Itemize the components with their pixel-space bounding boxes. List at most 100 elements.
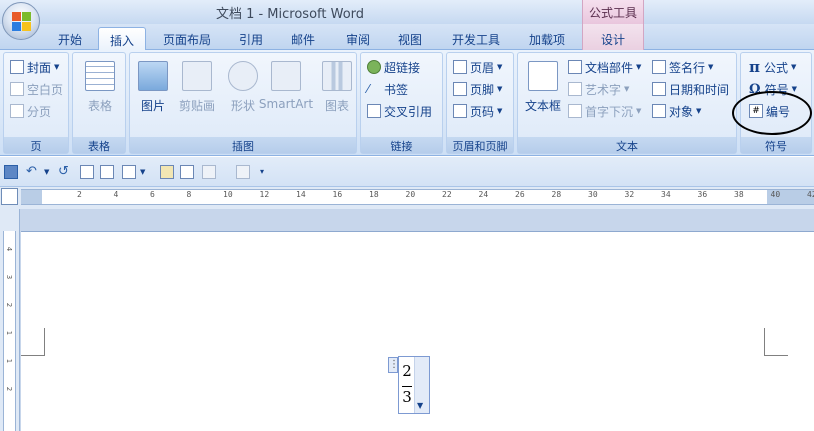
blank-page-button[interactable]: 空白页 [10,79,63,99]
undo-icon[interactable]: ↶ [26,165,40,179]
qat-dropdown-icon[interactable]: ▼ [140,165,154,179]
ruler-tick-label: 42 [807,190,814,199]
group-illustrations: 图片 剪贴画 形状 SmartArt 图表 插图 [129,52,357,154]
header-button[interactable]: 页眉 ▼ [453,57,502,77]
vruler-tick-label: 4 [5,246,14,252]
crossref-icon [367,104,381,118]
equation-container[interactable]: ⋮ 2 3 ▼ [388,356,430,414]
page-break-qat-icon[interactable] [122,165,136,179]
textbox-icon [528,61,558,91]
footer-icon [453,82,467,96]
page-number-button[interactable]: 页码 ▼ [453,101,502,121]
ruler-tick-label: 16 [332,190,343,199]
quickparts-icon [568,60,582,74]
document-workspace: 4 3 2 1 1 2 ⋮ 2 3 ▼ [0,209,814,431]
shapes-icon [228,61,258,91]
tab-selector-button[interactable] [1,188,18,205]
cover-page-button[interactable]: 封面 ▼ [10,57,59,77]
group-label-header-footer: 页眉和页脚 [447,137,513,153]
wordart-button[interactable]: 艺术字 ▼ [568,79,629,99]
horizontal-ruler-row: 24681012141618202224262830323436384042 [0,187,814,209]
group-links: 超链接 ⁄ 书签 交叉引用 链接 [360,52,443,154]
dropcap-icon [568,104,582,118]
ruler-tick-label: 22 [442,190,452,199]
group-pages: 封面 ▼ 空白页 分页 页 [3,52,69,154]
tab-addins[interactable]: 加载项 [518,27,576,50]
picture-button[interactable]: 图片 [132,57,174,114]
picture-icon [138,61,168,91]
crossref-button[interactable]: 交叉引用 [367,101,432,121]
tab-page-layout[interactable]: 页面布局 [152,27,222,50]
equation-handle-icon[interactable]: ⋮ [388,357,399,373]
smartart-icon [271,61,301,91]
redo-icon[interactable]: ↺ [58,165,72,179]
tab-mailings[interactable]: 邮件 [281,27,325,50]
vruler-tick-label: 3 [5,274,14,280]
print-preview-icon[interactable] [100,165,114,179]
pi-icon: π [749,58,760,76]
signature-line-button[interactable]: 签名行 ▼ [652,57,713,77]
tab-developer[interactable]: 开发工具 [441,27,511,50]
ruler-tick-label: 20 [405,190,416,199]
footer-button[interactable]: 页脚 ▼ [453,79,502,99]
ruler-tick-label: 28 [551,190,562,199]
format-painter-icon[interactable] [202,165,216,179]
bookmark-button[interactable]: ⁄ 书签 [367,79,408,99]
ruler-tick-label: 30 [588,190,598,199]
margin-mark-left [21,328,45,356]
ruler-tick-label: 32 [624,190,635,199]
table-button[interactable]: 表格 [79,57,121,114]
date-time-button[interactable]: 日期和时间 [652,79,729,99]
office-button[interactable] [2,2,40,40]
ruler-tick-label: 34 [661,190,671,199]
equation-options-dropdown-icon[interactable]: ▼ [417,401,423,410]
vruler-tick-label: 1 [5,330,14,336]
tab-insert[interactable]: 插入 [98,27,146,51]
dropcap-button[interactable]: 首字下沉 ▼ [568,101,641,121]
fraction-bar [402,386,412,387]
group-label-pages: 页 [4,137,68,153]
chart-icon [322,61,352,91]
blank-page-icon [10,82,24,96]
equation-button[interactable]: π 公式 ▼ [749,57,796,77]
fraction-numerator[interactable]: 2 [399,362,415,380]
tab-design[interactable]: 设计 [582,24,644,50]
chart-button[interactable]: 图表 [316,57,358,114]
ruler-tick-label: 14 [296,190,306,199]
undo-dropdown-icon[interactable]: ▼ [44,165,58,179]
tab-review[interactable]: 审阅 [336,27,380,50]
office-logo-icon [12,12,32,32]
margin-mark-right [764,328,788,356]
new-document-icon[interactable] [80,165,94,179]
tab-references[interactable]: 引用 [229,27,273,50]
group-label-illustrations: 插图 [130,137,356,153]
spelling-icon[interactable] [236,165,250,179]
tab-view[interactable]: 视图 [388,27,432,50]
group-label-tables: 表格 [73,137,125,153]
textbox-button[interactable]: 文本框 [521,57,565,114]
page-break-button[interactable]: 分页 [10,101,51,121]
title-bar: 文档 1 - Microsoft Word 公式工具 [0,0,814,24]
document-page[interactable]: ⋮ 2 3 ▼ [21,231,814,431]
ruler-tick-label: 36 [697,190,708,199]
paste-icon[interactable] [160,165,174,179]
customize-qat-icon[interactable]: ▾ [260,165,274,179]
save-icon[interactable] [4,165,18,179]
smartart-button[interactable]: SmartArt [258,57,314,111]
fraction[interactable]: 2 3 [399,357,415,413]
clipart-button[interactable]: 剪贴画 [174,57,220,114]
tab-home[interactable]: 开始 [48,27,92,50]
vertical-ruler[interactable]: 4 3 2 1 1 2 [0,209,20,431]
object-button[interactable]: 对象 ▼ [652,101,701,121]
signature-icon [652,60,666,74]
context-group-label: 公式工具 [582,0,644,24]
ruler-tick-label: 24 [478,190,489,199]
ruler-tick-label: 10 [223,190,233,199]
horizontal-ruler[interactable]: 24681012141618202224262830323436384042 [21,189,814,205]
hyperlink-button[interactable]: 超链接 [367,57,420,77]
copy-icon[interactable] [180,165,194,179]
fraction-denominator[interactable]: 3 [399,388,415,406]
quickparts-button[interactable]: 文档部件 ▼ [568,57,641,77]
ruler-tick-label: 40 [770,190,781,199]
object-icon [652,104,666,118]
